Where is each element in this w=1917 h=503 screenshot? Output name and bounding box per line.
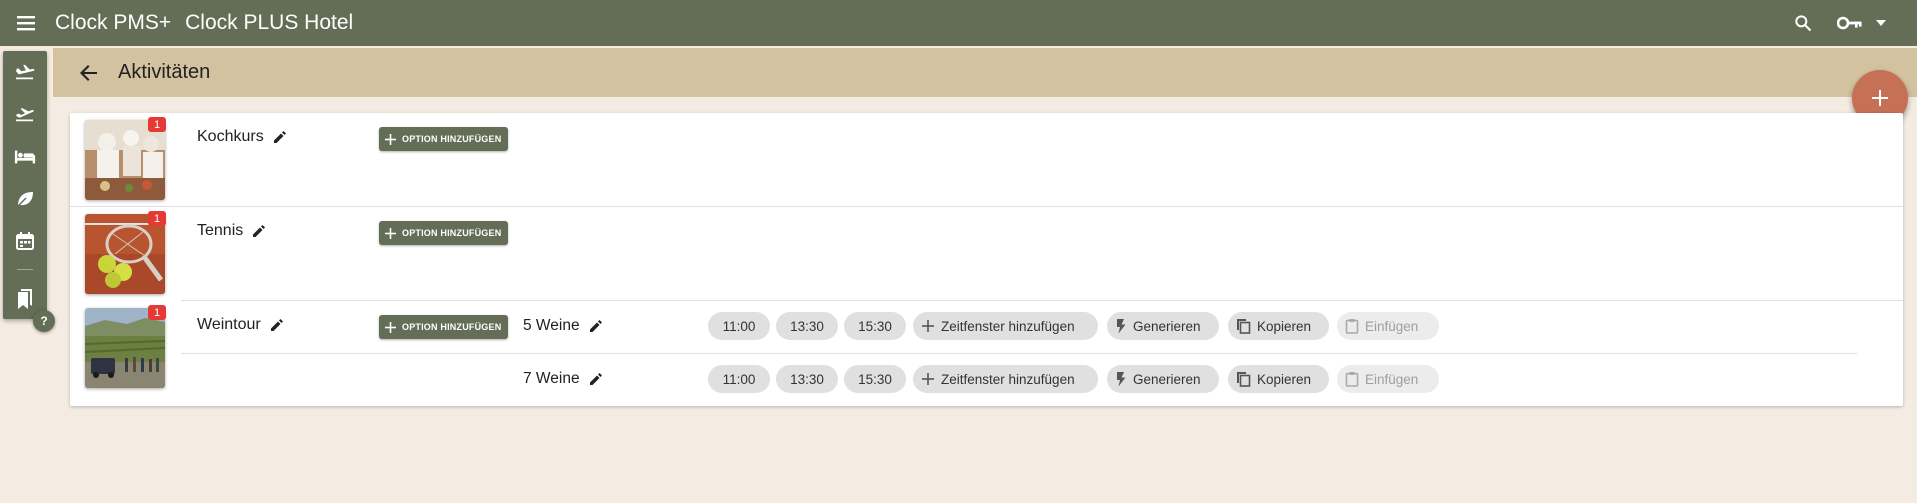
activity-badge: 1 [148, 305, 166, 320]
row-divider [181, 300, 1903, 301]
time-slot-chip[interactable]: 11:00 [708, 365, 770, 393]
flash-icon [1117, 372, 1126, 387]
bed-icon [14, 149, 36, 165]
rail-divider [17, 269, 33, 270]
edit-icon[interactable] [589, 372, 603, 386]
add-option-button[interactable]: OPTION HINZUFÜGEN [379, 315, 508, 339]
option-name-row: 5 Weine [523, 317, 603, 335]
copy-label: Kopieren [1257, 371, 1312, 387]
option-name-row: 7 Weine [523, 370, 603, 388]
key-icon [1837, 15, 1863, 31]
page-header: Aktivitäten [53, 48, 1917, 97]
nav-arrivals[interactable] [3, 55, 47, 91]
paste-button[interactable]: Einfügen [1337, 365, 1439, 393]
edit-icon[interactable] [273, 130, 287, 144]
add-icon [385, 321, 396, 333]
nav-activities[interactable] [3, 181, 47, 217]
hotel-name: Clock PLUS Hotel [185, 11, 354, 34]
generate-button[interactable]: Generieren [1107, 365, 1219, 393]
activity-name: Tennis [197, 222, 244, 239]
copy-icon [1237, 372, 1251, 387]
paste-label: Einfügen [1365, 318, 1419, 334]
generate-button[interactable]: Generieren [1107, 312, 1219, 340]
account-menu-button[interactable] [1827, 0, 1897, 46]
page-title: Aktivitäten [118, 61, 211, 83]
copy-button[interactable]: Kopieren [1228, 365, 1329, 393]
add-icon [922, 373, 934, 385]
add-icon [922, 320, 934, 332]
calendar-icon [15, 231, 35, 251]
add-icon [385, 227, 396, 239]
activity-badge: 1 [148, 211, 166, 226]
edit-icon[interactable] [589, 319, 603, 333]
add-time-slot-label: Zeitfenster hinzufügen [941, 318, 1075, 334]
clipboard-icon [1345, 319, 1359, 334]
time-slot-chip[interactable]: 15:30 [844, 365, 906, 393]
leaf-icon [15, 190, 35, 208]
time-slot-chip[interactable]: 13:30 [776, 365, 838, 393]
generate-label: Generieren [1133, 318, 1201, 334]
clipboard-icon [1345, 372, 1359, 387]
add-option-label: OPTION HINZUFÜGEN [402, 322, 502, 332]
nav-calendar[interactable] [3, 223, 47, 259]
app-toolbar: Clock PMS+ Clock PLUS Hotel [0, 0, 1917, 46]
edit-icon[interactable] [252, 224, 266, 238]
activities-card: 1 Kochkurs OPTION HINZUFÜGEN 1 Tennis OP… [70, 113, 1903, 406]
add-time-slot-button[interactable]: Zeitfenster hinzufügen [913, 365, 1098, 393]
add-icon [1871, 89, 1889, 107]
time-slot-chip[interactable]: 15:30 [844, 312, 906, 340]
time-slot-chip[interactable]: 11:00 [708, 312, 770, 340]
caret-down-icon [1875, 19, 1887, 27]
activity-badge: 1 [148, 117, 166, 132]
back-button[interactable] [60, 48, 118, 97]
time-slot-chip[interactable]: 13:30 [776, 312, 838, 340]
arrow-back-icon [80, 64, 98, 81]
activity-name-row: Weintour [197, 316, 284, 334]
menu-icon[interactable] [0, 0, 52, 46]
row-divider [70, 206, 1903, 207]
flash-icon [1117, 319, 1126, 334]
activity-name-row: Tennis [197, 222, 266, 240]
add-time-slot-label: Zeitfenster hinzufügen [941, 371, 1075, 387]
activity-image-cooking[interactable] [85, 120, 165, 200]
copy-button[interactable]: Kopieren [1228, 312, 1329, 340]
nav-departures[interactable] [3, 97, 47, 133]
option-name: 5 Weine [523, 317, 580, 334]
nav-rooms[interactable] [3, 139, 47, 175]
option-name: 7 Weine [523, 370, 580, 387]
activity-name: Weintour [197, 316, 261, 333]
edit-icon[interactable] [270, 318, 284, 332]
add-option-button[interactable]: OPTION HINZUFÜGEN [379, 127, 508, 151]
add-time-slot-button[interactable]: Zeitfenster hinzufügen [913, 312, 1098, 340]
activity-name-row: Kochkurs [197, 128, 287, 146]
add-option-button[interactable]: OPTION HINZUFÜGEN [379, 221, 508, 245]
activity-image-tennis[interactable] [85, 214, 165, 294]
copy-icon [1237, 319, 1251, 334]
bookmarks-icon [15, 288, 35, 310]
arrivals-icon [14, 64, 36, 82]
app-title: Clock PMS+ [55, 11, 172, 34]
add-icon [385, 133, 396, 145]
departures-icon [14, 106, 36, 124]
copy-label: Kopieren [1257, 318, 1312, 334]
option-divider [181, 353, 1857, 354]
side-navigation [3, 51, 47, 319]
activity-name: Kochkurs [197, 128, 264, 145]
search-icon[interactable] [1779, 0, 1827, 46]
add-option-label: OPTION HINZUFÜGEN [402, 228, 502, 238]
generate-label: Generieren [1133, 371, 1201, 387]
activity-image-winetour[interactable] [85, 308, 165, 388]
paste-label: Einfügen [1365, 371, 1419, 387]
paste-button[interactable]: Einfügen [1337, 312, 1439, 340]
help-button[interactable]: ? [33, 310, 55, 332]
add-option-label: OPTION HINZUFÜGEN [402, 134, 502, 144]
